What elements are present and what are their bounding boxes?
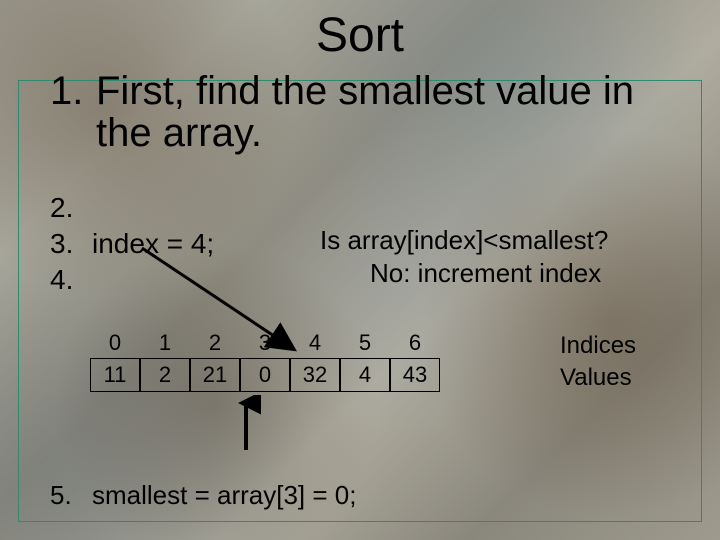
index-cell: 5 (340, 330, 390, 358)
index-cell: 2 (190, 330, 240, 358)
value-cell: 21 (190, 358, 240, 392)
step-5-number: 5. (50, 480, 92, 511)
step-3-number: 3. (50, 226, 92, 262)
question-line-1: Is array[index]<smallest? (320, 225, 608, 255)
step-2-number: 2. (50, 190, 92, 226)
step-5: 5.smallest = array[3] = 0; (50, 480, 356, 511)
indices-label: Indices (560, 330, 636, 362)
value-cell: 2 (140, 358, 190, 392)
step-1: 1.First, find the smallest value in the … (50, 70, 680, 154)
index-cell: 1 (140, 330, 190, 358)
value-cell: 0 (240, 358, 290, 392)
slide-title: Sort (0, 8, 720, 63)
index-cell: 3 (240, 330, 290, 358)
index-cell: 0 (90, 330, 140, 358)
row-labels: Indices Values (560, 330, 636, 395)
array-table: 0 1 2 3 4 5 6 11 2 21 0 32 4 43 (90, 330, 440, 392)
values-label: Values (560, 362, 636, 394)
step-1-text: First, find the smallest value in the ar… (96, 70, 676, 154)
value-cell: 32 (290, 358, 340, 392)
step-3-text: index = 4; (92, 228, 214, 259)
indices-row: 0 1 2 3 4 5 6 (90, 330, 440, 358)
value-cell: 11 (90, 358, 140, 392)
step-5-text: smallest = array[3] = 0; (92, 480, 356, 510)
steps-2-3-4: 2. 3.index = 4; 4. (50, 190, 214, 297)
step-1-number: 1. (50, 70, 96, 112)
index-cell: 6 (390, 330, 440, 358)
values-row: 11 2 21 0 32 4 43 (90, 358, 440, 392)
question-block: Is array[index]<smallest? No: increment … (320, 224, 608, 289)
index-cell: 4 (290, 330, 340, 358)
question-line-2: No: increment index (320, 257, 608, 290)
value-cell: 4 (340, 358, 390, 392)
value-cell: 43 (390, 358, 440, 392)
step-4-number: 4. (50, 262, 92, 298)
